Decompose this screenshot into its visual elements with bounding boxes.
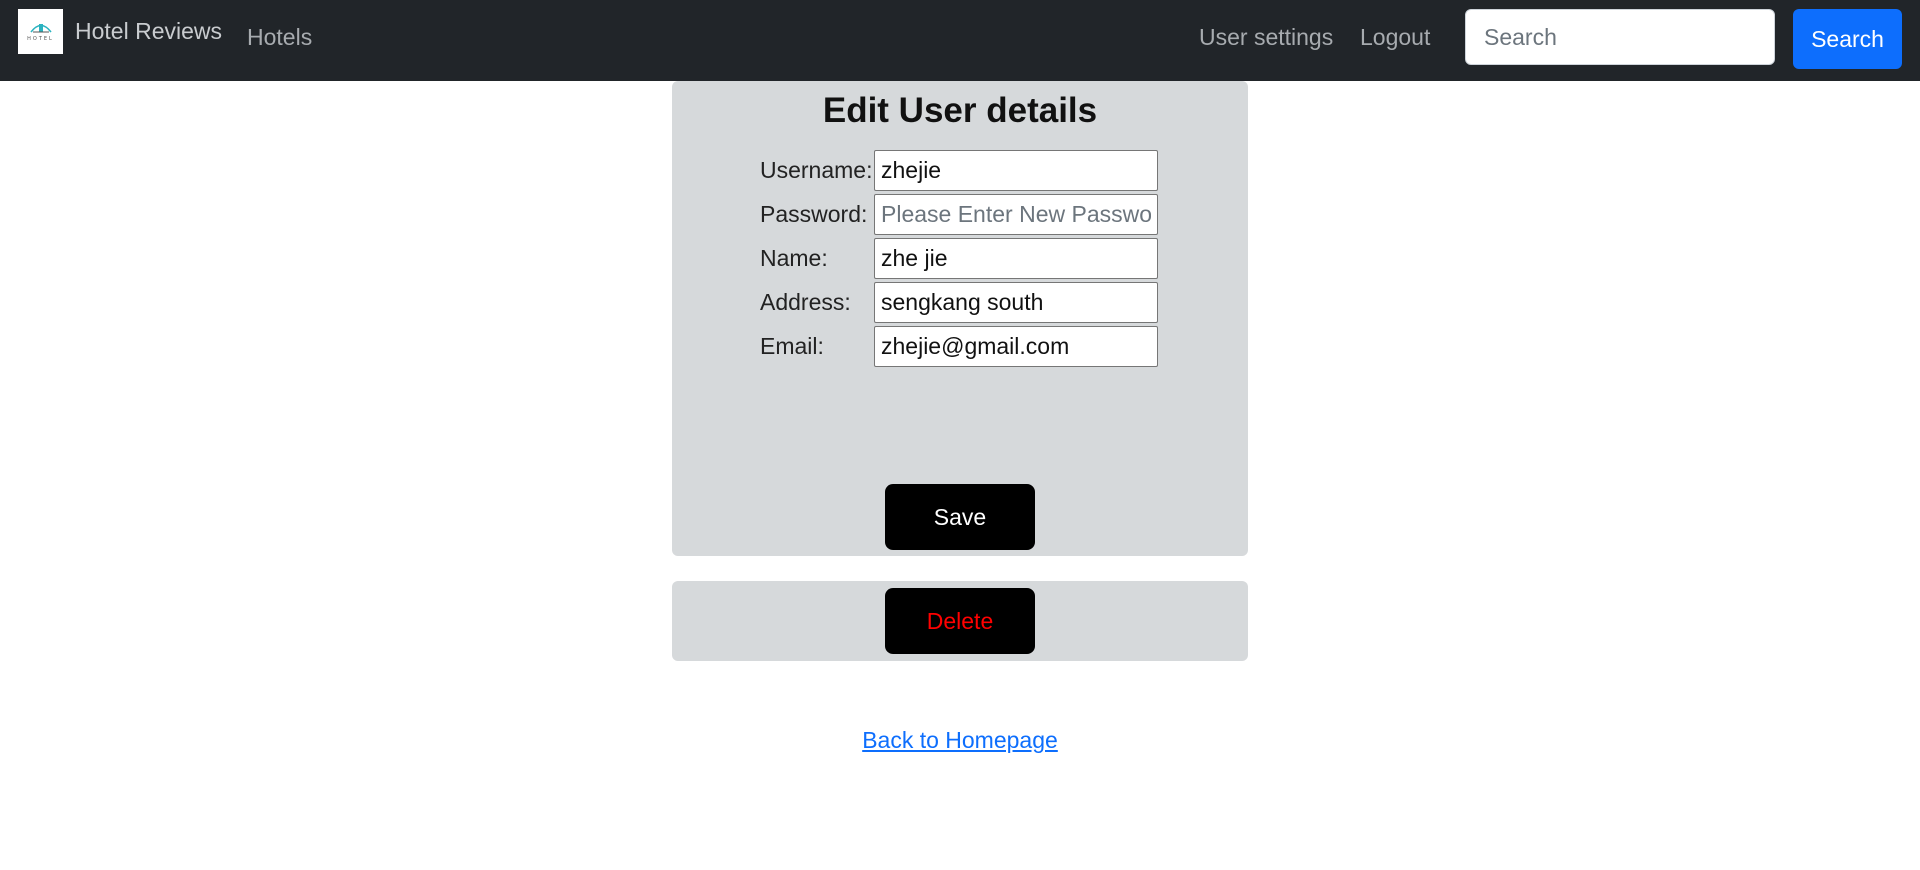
password-row: Password: bbox=[760, 193, 1158, 235]
save-button[interactable]: Save bbox=[885, 484, 1035, 550]
nav-link-logout[interactable]: Logout bbox=[1360, 24, 1430, 51]
top-navbar: HOTEL Hotel Reviews Hotels User settings… bbox=[0, 0, 1920, 81]
nav-link-hotels[interactable]: Hotels bbox=[247, 24, 312, 51]
name-field[interactable] bbox=[874, 237, 1158, 279]
page-title: Edit User details bbox=[822, 91, 1098, 130]
name-label: Name: bbox=[760, 244, 828, 271]
email-field[interactable] bbox=[874, 325, 1158, 367]
email-row: Email: bbox=[760, 325, 1158, 367]
address-label: Address: bbox=[760, 288, 851, 315]
hotel-logo[interactable]: HOTEL bbox=[18, 9, 63, 54]
nav-link-user-settings[interactable]: User settings bbox=[1199, 24, 1333, 51]
name-row: Name: bbox=[760, 237, 1158, 279]
username-row: Username: bbox=[760, 149, 1158, 191]
back-to-homepage-link[interactable]: Back to Homepage bbox=[862, 727, 1058, 753]
edit-user-card: Edit User details Username: Password: Na… bbox=[672, 81, 1248, 556]
password-field[interactable] bbox=[874, 193, 1158, 235]
username-label: Username: bbox=[760, 156, 873, 183]
back-link-container: Back to Homepage bbox=[0, 727, 1920, 754]
address-row: Address: bbox=[760, 281, 1158, 323]
hotel-logo-icon bbox=[29, 21, 52, 33]
brand[interactable]: HOTEL Hotel Reviews bbox=[18, 9, 222, 54]
delete-card: Delete bbox=[672, 581, 1248, 661]
logo-text: HOTEL bbox=[27, 36, 54, 42]
username-field[interactable] bbox=[874, 149, 1158, 191]
search-button[interactable]: Search bbox=[1793, 9, 1902, 69]
search-input[interactable] bbox=[1465, 9, 1775, 65]
password-label: Password: bbox=[760, 200, 868, 227]
brand-name-link[interactable]: Hotel Reviews bbox=[75, 18, 222, 45]
email-label: Email: bbox=[760, 332, 824, 359]
delete-button[interactable]: Delete bbox=[885, 588, 1035, 654]
address-field[interactable] bbox=[874, 281, 1158, 323]
